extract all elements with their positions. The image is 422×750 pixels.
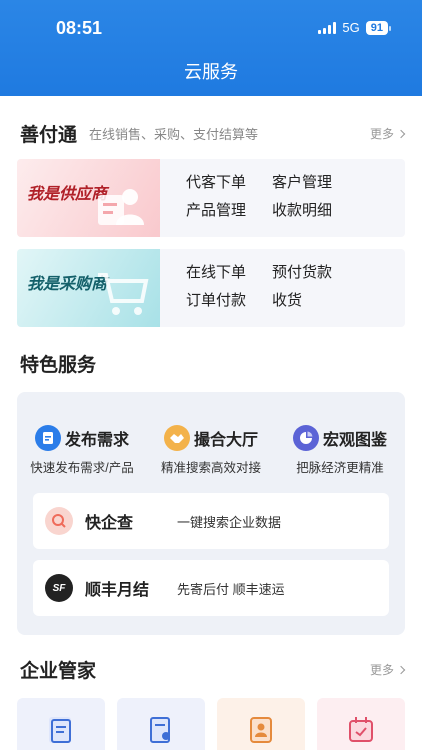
- file-icon: [49, 717, 71, 743]
- shanfutong-header: 善付通 在线销售、采购、支付结算等 更多: [20, 120, 406, 147]
- contacts-icon: [250, 717, 272, 743]
- section-subtitle: 在线销售、采购、支付结算等: [89, 127, 259, 142]
- feature-desc: 精准搜索高效对接: [160, 461, 261, 475]
- supplier-links: 代客下单 客户管理 产品管理 收款明细: [186, 171, 358, 237]
- supplier-banner-text: 我是供应商: [27, 186, 108, 203]
- supplier-banner[interactable]: 我是供应商: [17, 159, 160, 237]
- buyer-row: 我是采购商 在线下单 预付货款 订单付款 收货: [17, 249, 405, 327]
- buyer-links: 在线下单 预付货款 订单付款 收货: [186, 261, 358, 327]
- feature-title: 撮合大厅: [193, 432, 258, 449]
- link-receive[interactable]: 收货: [272, 289, 358, 317]
- section-title: 善付通: [20, 125, 78, 146]
- feature-desc: 快速发布需求/产品: [30, 461, 134, 475]
- link-product-manage[interactable]: 产品管理: [186, 199, 272, 227]
- butler-tile-file[interactable]: [17, 698, 105, 750]
- link-prepay[interactable]: 预付货款: [272, 261, 358, 289]
- handshake-icon: [163, 425, 190, 451]
- chevron-right-icon: [396, 665, 406, 674]
- feature-publish[interactable]: 发布需求 快速发布需求/产品: [17, 425, 147, 476]
- quick-company-search-card[interactable]: 快企查 一键搜索企业数据: [33, 493, 389, 549]
- status-indicators: 5G 91: [318, 20, 392, 35]
- chevron-right-icon: [396, 129, 406, 138]
- feature-panel: 发布需求 快速发布需求/产品 撮合大厅 精准搜索高效对接 宏观图鉴 把脉经济更精…: [17, 392, 405, 635]
- card-desc: 先寄后付 顺丰速运: [177, 581, 285, 597]
- card-title: 快企查: [85, 515, 134, 532]
- link-customer-manage[interactable]: 客户管理: [272, 171, 358, 199]
- feature-title: 宏观图鉴: [322, 432, 387, 449]
- feature-desc: 把脉经济更精准: [296, 461, 384, 475]
- status-time: 08:51: [56, 18, 103, 38]
- section-title: 企业管家: [20, 661, 97, 682]
- document-icon: [34, 425, 61, 451]
- link-proxy-order[interactable]: 代客下单: [186, 171, 272, 199]
- calendar-icon: [349, 717, 373, 742]
- card-title: 顺丰月结: [85, 582, 150, 599]
- more-label: 更多: [369, 663, 394, 677]
- certificate-icon: [150, 717, 170, 743]
- main-content: 善付通 在线销售、采购、支付结算等 更多 我是供应商 代客下单 客户管理 产品管…: [0, 96, 422, 750]
- supplier-person-icon: [98, 189, 144, 225]
- butler-tile-calendar[interactable]: [317, 698, 405, 750]
- section-title: 特色服务: [20, 355, 97, 376]
- features-header: 特色服务: [20, 350, 404, 377]
- more-link[interactable]: 更多: [369, 661, 406, 678]
- feature-macro[interactable]: 宏观图鉴 把脉经济更精准: [275, 425, 405, 476]
- link-online-order[interactable]: 在线下单: [186, 261, 272, 289]
- feature-title: 发布需求: [64, 432, 129, 449]
- butler-tile-contacts[interactable]: [217, 698, 305, 750]
- battery-icon: 91: [365, 20, 392, 35]
- link-payment-detail[interactable]: 收款明细: [272, 199, 358, 227]
- signal-icon: [318, 21, 337, 34]
- search-company-icon: [45, 507, 73, 535]
- more-label: 更多: [369, 127, 394, 141]
- buyer-banner[interactable]: 我是采购商: [17, 249, 160, 327]
- sf-monthly-card[interactable]: SF 顺丰月结 先寄后付 顺丰速运: [33, 560, 389, 616]
- butler-tile-certificate[interactable]: [117, 698, 205, 750]
- card-desc: 一键搜索企业数据: [177, 514, 282, 530]
- shopping-cart-icon: [98, 273, 149, 315]
- chart-icon: [292, 425, 319, 451]
- supplier-row: 我是供应商 代客下单 客户管理 产品管理 收款明细: [17, 159, 405, 237]
- page-title: 云服务: [184, 62, 238, 82]
- link-order-pay[interactable]: 订单付款: [186, 289, 272, 317]
- sf-express-icon: SF: [45, 574, 73, 602]
- top-header: 08:51 5G 91 云服务: [0, 0, 422, 96]
- network-type: 5G: [342, 20, 360, 35]
- more-link[interactable]: 更多: [369, 125, 406, 142]
- butler-header: 企业管家 更多: [20, 656, 406, 683]
- feature-matching[interactable]: 撮合大厅 精准搜索高效对接: [146, 425, 276, 476]
